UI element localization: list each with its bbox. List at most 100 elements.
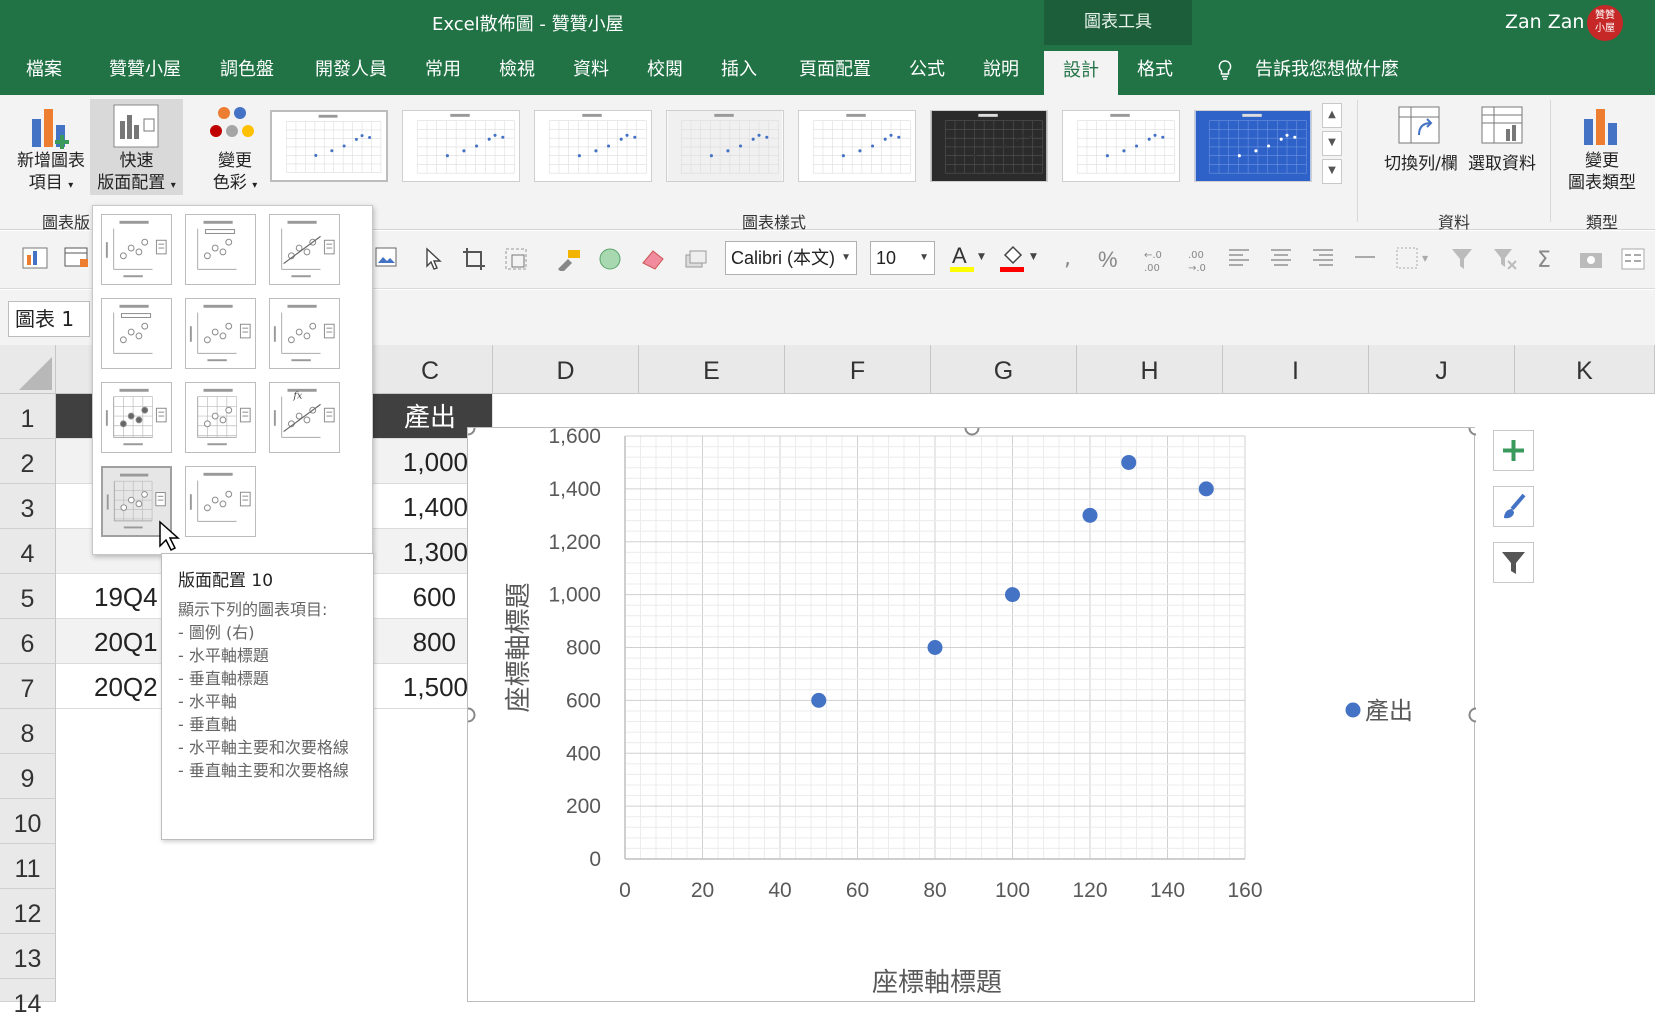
clear-filter-icon[interactable] — [1492, 247, 1518, 271]
column-header-e[interactable]: E — [639, 345, 785, 394]
switch-row-column-button[interactable]: 切換列/欄 — [1380, 153, 1462, 175]
chart-elements-button[interactable] — [1493, 430, 1534, 471]
column-header-k[interactable]: K — [1515, 345, 1655, 394]
row-header-9[interactable]: 9 — [0, 754, 56, 799]
tab-help[interactable]: 說明 — [976, 45, 1026, 95]
chart-style-5[interactable] — [798, 110, 916, 182]
tab-format[interactable]: 格式 — [1130, 45, 1180, 95]
chart-style-1[interactable] — [270, 110, 388, 182]
comma-style-icon[interactable]: , — [1062, 247, 1076, 271]
layout-1-option[interactable] — [101, 214, 172, 285]
column-header-c[interactable]: C — [368, 345, 493, 394]
column-header-j[interactable]: J — [1369, 345, 1515, 394]
change-colors-button[interactable]: 變更 色彩 ▾ — [204, 150, 266, 197]
row-header-10[interactable]: 10 — [0, 799, 56, 844]
user-avatar[interactable]: 贊贊小屋 — [1587, 5, 1623, 41]
align-right-icon[interactable] — [1312, 247, 1334, 269]
layout-3-option[interactable] — [269, 214, 340, 285]
layout-2-option[interactable] — [185, 214, 256, 285]
layout-9-option[interactable]: fx — [269, 382, 340, 453]
increase-decimal-icon[interactable]: ←.0.00 — [1140, 247, 1170, 275]
tab-page-layout[interactable]: 頁面配置 — [790, 45, 880, 95]
add-chart-element-button[interactable]: 新增圖表 項目 ▾ — [12, 150, 90, 197]
chart-filters-button[interactable] — [1493, 542, 1534, 583]
borders-icon[interactable]: ▼ — [1396, 247, 1430, 269]
tab-view[interactable]: 檢視 — [492, 45, 542, 95]
row-header-1[interactable]: 1 — [0, 394, 56, 439]
change-chart-type-button[interactable]: 變更 圖表類型 — [1560, 150, 1644, 194]
tab-palette[interactable]: 調色盤 — [212, 45, 282, 95]
column-header-f[interactable]: F — [785, 345, 931, 394]
column-header-h[interactable]: H — [1077, 345, 1223, 394]
chart-icon[interactable] — [22, 247, 48, 269]
chart-style-6[interactable] — [930, 110, 1048, 182]
tab-formulas[interactable]: 公式 — [902, 45, 952, 95]
autosum-icon[interactable]: Σ — [1536, 247, 1558, 271]
gallery-more-button[interactable]: ▼ — [1322, 159, 1342, 184]
chart-style-8[interactable] — [1194, 110, 1312, 182]
camera-icon[interactable] — [1578, 247, 1604, 271]
chart-style-2[interactable] — [402, 110, 520, 182]
layout-11-option[interactable] — [185, 466, 256, 537]
table-icon[interactable] — [64, 247, 90, 269]
name-box[interactable]: 圖表 1 — [8, 301, 90, 337]
column-header-d[interactable]: D — [493, 345, 639, 394]
row-header-2[interactable]: 2 — [0, 439, 56, 484]
row-header-4[interactable]: 4 — [0, 529, 56, 574]
select-data-button[interactable]: 選取資料 — [1460, 153, 1544, 175]
fill-color-icon[interactable]: ▼ — [1000, 243, 1040, 273]
select-pointer-icon[interactable] — [422, 247, 444, 271]
eraser-icon[interactable] — [640, 247, 666, 271]
tab-developer[interactable]: 開發人員 — [306, 45, 396, 95]
column-header-g[interactable]: G — [931, 345, 1077, 394]
layout-7-option[interactable] — [101, 382, 172, 453]
user-name[interactable]: Zan Zan — [1505, 11, 1584, 33]
decrease-decimal-icon[interactable]: .00→.0 — [1184, 247, 1214, 275]
insert-picture-icon[interactable] — [375, 247, 401, 271]
chart-style-4[interactable] — [666, 110, 784, 182]
row-header-14[interactable]: 14 — [0, 979, 56, 1018]
tab-zanzan[interactable]: 贊贊小屋 — [100, 45, 190, 95]
tab-data[interactable]: 資料 — [566, 45, 616, 95]
align-center-icon[interactable] — [1270, 247, 1292, 269]
chart-style-3[interactable] — [534, 110, 652, 182]
group-objects-icon[interactable] — [504, 247, 528, 271]
quick-layout-button[interactable]: 快速 版面配置 ▾ — [90, 99, 183, 195]
filter-icon[interactable] — [1450, 247, 1474, 271]
tab-design[interactable]: 設計 — [1044, 51, 1118, 95]
gallery-scroll-down[interactable]: ▼ — [1322, 131, 1342, 156]
tab-file[interactable]: 檔案 — [12, 45, 76, 95]
font-name-dropdown[interactable]: Calibri (本文) ▼ — [725, 241, 857, 275]
tab-insert[interactable]: 插入 — [714, 45, 764, 95]
layout-4-option[interactable] — [101, 298, 172, 369]
tab-review[interactable]: 校閱 — [640, 45, 690, 95]
format-painter-icon[interactable] — [556, 247, 582, 271]
row-header-5[interactable]: 5 — [0, 574, 56, 619]
column-header-i[interactable]: I — [1223, 345, 1369, 394]
align-left-icon[interactable] — [1228, 247, 1250, 269]
row-header-13[interactable]: 13 — [0, 934, 56, 979]
shape-effects-icon[interactable] — [682, 247, 708, 271]
shape-fill-icon[interactable] — [598, 247, 622, 271]
chart-styles-button[interactable] — [1493, 486, 1534, 527]
layout-5-option[interactable] — [185, 298, 256, 369]
row-header-12[interactable]: 12 — [0, 889, 56, 934]
row-header-8[interactable]: 8 — [0, 709, 56, 754]
chart-plot-svg[interactable]: 0 20 40 60 80 100 120 140 160 0 200 400 600 800 1,000 1… — [468, 428, 1476, 1003]
font-size-dropdown[interactable]: 10 ▼ — [870, 241, 935, 275]
tab-home[interactable]: 常用 — [418, 45, 468, 95]
chart-style-7[interactable] — [1062, 110, 1180, 182]
layout-8-option[interactable] — [185, 382, 256, 453]
merge-center-icon[interactable] — [1354, 247, 1376, 269]
layout-6-option[interactable] — [269, 298, 340, 369]
row-header-7[interactable]: 7 — [0, 664, 56, 709]
select-all-corner[interactable] — [0, 345, 56, 394]
form-icon[interactable] — [1620, 247, 1646, 271]
row-header-3[interactable]: 3 — [0, 484, 56, 529]
gallery-scroll-up[interactable]: ▲ — [1322, 103, 1342, 128]
percent-icon[interactable]: % — [1098, 247, 1124, 271]
crop-icon[interactable] — [462, 247, 486, 271]
tell-me-search[interactable]: 告訴我您想做什麼 — [1255, 45, 1399, 95]
row-header-11[interactable]: 11 — [0, 844, 56, 889]
row-header-6[interactable]: 6 — [0, 619, 56, 664]
